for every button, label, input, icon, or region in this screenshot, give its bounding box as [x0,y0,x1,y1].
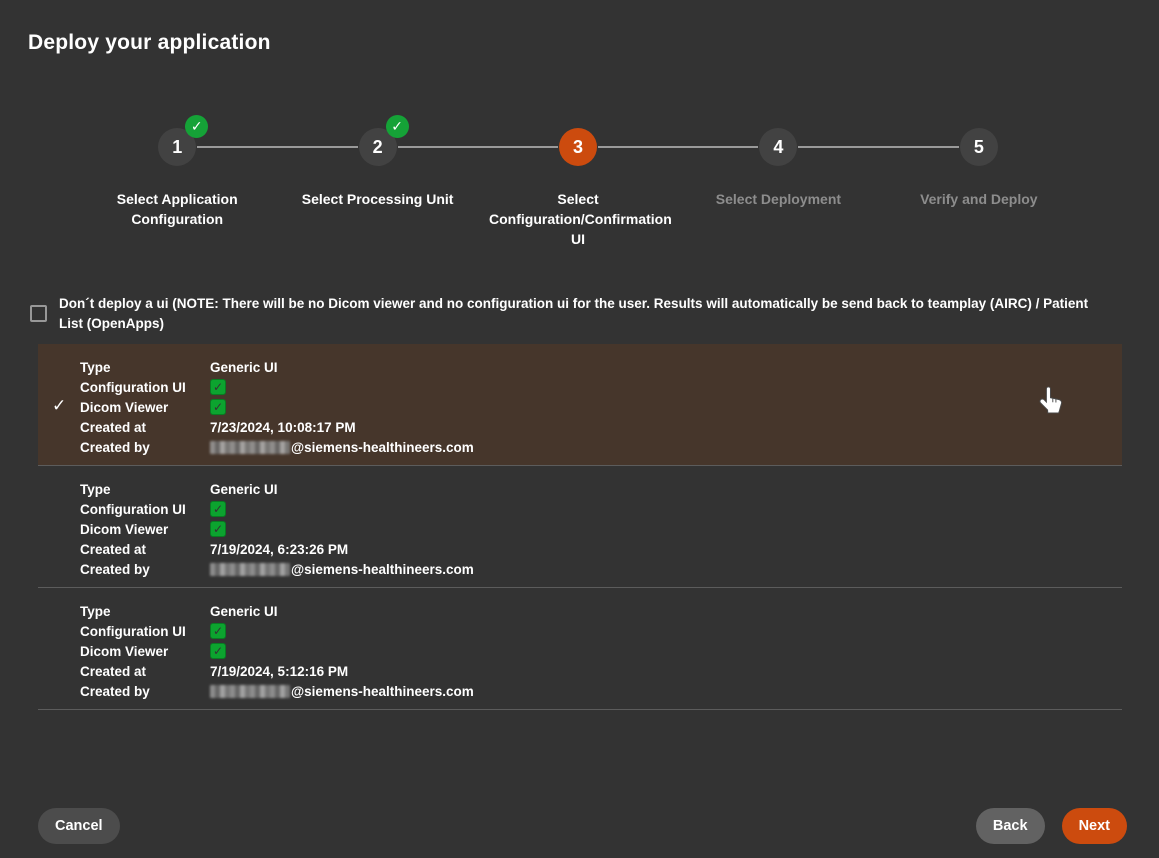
field-label: Created at [80,420,210,435]
redacted-email-prefix [210,563,290,576]
step-label: Select Configuration/Confirmation UI [489,189,667,249]
step-circle[interactable]: 4 [759,128,797,166]
field-value-type: Generic UI [210,482,278,497]
field-value-configuration_ui: ✓ [210,623,226,639]
email-domain: @siemens-healthineers.com [291,440,474,455]
field-label: Configuration UI [80,502,210,517]
step-circle[interactable]: 3 [559,128,597,166]
field-row-dicom_viewer: Dicom Viewer✓ [80,519,1122,539]
checked-indicator-icon: ✓ [210,623,226,639]
field-value-configuration_ui: ✓ [210,379,226,395]
checked-indicator-icon: ✓ [210,379,226,395]
redacted-email-prefix [210,441,290,454]
checked-indicator-icon: ✓ [210,399,226,415]
field-label: Created at [80,542,210,557]
step-label: Verify and Deploy [890,189,1068,209]
step-2: ✓2Select Processing Unit [277,110,477,249]
field-label: Type [80,482,210,497]
field-label: Configuration UI [80,380,210,395]
ui-option-list: ✓TypeGeneric UIConfiguration UI✓Dicom Vi… [38,344,1122,710]
field-label: Created by [80,562,210,577]
footer-actions: Cancel Back Next [38,808,1127,844]
field-label: Created by [80,440,210,455]
field-label: Dicom Viewer [80,644,210,659]
ui-option-card[interactable]: TypeGeneric UIConfiguration UI✓Dicom Vie… [38,588,1122,710]
step-3: 3 Select Configuration/Confirmation UI [478,110,678,249]
field-label: Dicom Viewer [80,522,210,537]
ui-option-card[interactable]: ✓TypeGeneric UIConfiguration UI✓Dicom Vi… [38,344,1122,466]
skip-ui-checkbox-row: Don´t deploy a ui (NOTE: There will be n… [30,294,1115,334]
step-1: ✓1Select Application Configuration [77,110,277,249]
redacted-email-prefix [210,685,290,698]
field-value-dicom_viewer: ✓ [210,521,226,537]
step-label: Select Application Configuration [88,189,266,229]
step-completed-badge-icon: ✓ [185,115,208,138]
field-value-created_at: 7/19/2024, 6:23:26 PM [210,542,348,557]
field-label: Created at [80,664,210,679]
selected-check-icon: ✓ [52,396,66,416]
field-row-dicom_viewer: Dicom Viewer✓ [80,397,1122,417]
field-label: Dicom Viewer [80,400,210,415]
field-row-type: TypeGeneric UI [80,357,1122,377]
field-value-created_at: 7/19/2024, 5:12:16 PM [210,664,348,679]
checked-indicator-icon: ✓ [210,643,226,659]
field-row-created_at: Created at7/19/2024, 5:12:16 PM [80,661,1122,681]
next-button[interactable]: Next [1062,808,1127,844]
field-row-type: TypeGeneric UI [80,479,1122,499]
field-row-created_by: Created by @siemens-healthineers.com [80,681,1122,701]
field-value-dicom_viewer: ✓ [210,643,226,659]
checked-indicator-icon: ✓ [210,501,226,517]
field-value-type: Generic UI [210,604,278,619]
step-4: 4 Select Deployment [678,110,878,249]
field-row-configuration_ui: Configuration UI✓ [80,499,1122,519]
email-domain: @siemens-healthineers.com [291,562,474,577]
field-value-type: Generic UI [210,360,278,375]
field-label: Type [80,604,210,619]
page-title: Deploy your application [28,31,271,55]
field-row-dicom_viewer: Dicom Viewer✓ [80,641,1122,661]
skip-ui-checkbox[interactable] [30,305,47,322]
field-value-created-by: @siemens-healthineers.com [210,562,474,577]
field-row-created_by: Created by @siemens-healthineers.com [80,437,1122,457]
stepper: ✓1Select Application Configuration✓2Sele… [77,110,1079,249]
step-label: Select Deployment [689,189,867,209]
field-value-dicom_viewer: ✓ [210,399,226,415]
field-row-created_at: Created at7/23/2024, 10:08:17 PM [80,417,1122,437]
back-button[interactable]: Back [976,808,1045,844]
step-5: 5 Verify and Deploy [879,110,1079,249]
cancel-button[interactable]: Cancel [38,808,120,844]
checked-indicator-icon: ✓ [210,521,226,537]
field-label: Type [80,360,210,375]
skip-ui-checkbox-label: Don´t deploy a ui (NOTE: There will be n… [59,294,1107,334]
field-label: Configuration UI [80,624,210,639]
ui-option-card[interactable]: TypeGeneric UIConfiguration UI✓Dicom Vie… [38,466,1122,588]
field-value-created-by: @siemens-healthineers.com [210,684,474,699]
deploy-wizard-dialog: Deploy your application ✓1Select Applica… [0,0,1159,858]
step-completed-badge-icon: ✓ [386,115,409,138]
field-value-created-by: @siemens-healthineers.com [210,440,474,455]
field-label: Created by [80,684,210,699]
field-value-configuration_ui: ✓ [210,501,226,517]
email-domain: @siemens-healthineers.com [291,684,474,699]
field-value-created_at: 7/23/2024, 10:08:17 PM [210,420,356,435]
field-row-configuration_ui: Configuration UI✓ [80,377,1122,397]
step-label: Select Processing Unit [289,189,467,209]
field-row-type: TypeGeneric UI [80,601,1122,621]
step-circle[interactable]: 5 [960,128,998,166]
field-row-configuration_ui: Configuration UI✓ [80,621,1122,641]
field-row-created_at: Created at7/19/2024, 6:23:26 PM [80,539,1122,559]
field-row-created_by: Created by @siemens-healthineers.com [80,559,1122,579]
